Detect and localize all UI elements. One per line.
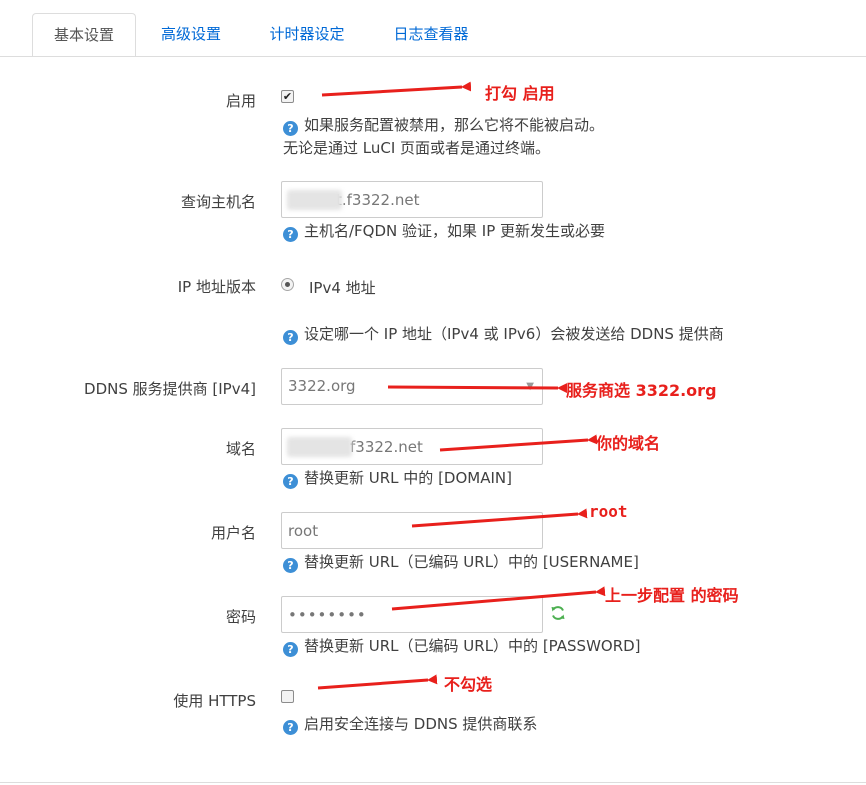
help-icon: ? — [283, 330, 298, 345]
domain-label: 域名 — [225, 440, 256, 458]
password-hint: ? 替换更新 URL（已编码 URL）中的 [PASSWORD] — [283, 635, 641, 658]
arrow-enable — [321, 81, 472, 97]
redacted-mask — [287, 190, 342, 210]
lookup-host-label: 查询主机名 — [180, 193, 256, 211]
ip-version-label: IP 地址版本 — [177, 278, 256, 296]
tab-basic-settings[interactable]: 基本设置 — [32, 13, 136, 57]
service-provider-value: 3322.org — [288, 377, 356, 395]
https-hint: ? 启用安全连接与 DDNS 提供商联系 — [283, 713, 537, 736]
service-provider-label: DDNS 服务提供商 [IPv4] — [84, 380, 256, 398]
enable-checkbox[interactable]: ✔ — [281, 90, 294, 103]
username-hint: ? 替换更新 URL（已编码 URL）中的 [USERNAME] — [283, 551, 639, 574]
annotation-enable: 打勾 启用 — [485, 84, 555, 103]
tab-log-viewer[interactable]: 日志查看器 — [376, 13, 486, 56]
ipv4-radio[interactable] — [281, 278, 294, 291]
help-icon: ? — [283, 227, 298, 242]
help-icon: ? — [283, 642, 298, 657]
enable-hint-line1: 如果服务配置被禁用，那么它将不能被启动。 — [304, 116, 605, 134]
refresh-icon[interactable] — [550, 605, 566, 621]
lookup-host-hint-text: 主机名/FQDN 验证，如果 IP 更新发生或必要 — [304, 222, 606, 240]
redacted-mask — [287, 437, 352, 457]
username-label: 用户名 — [210, 524, 256, 542]
tab-bar: 基本设置 高级设置 计时器设定 日志查看器 — [0, 0, 866, 57]
https-label: 使用 HTTPS — [173, 692, 256, 710]
https-checkbox[interactable] — [281, 690, 294, 703]
annotation-domain: 你的域名 — [596, 434, 661, 453]
enable-hint: ? 如果服务配置被禁用，那么它将不能被启动。 — [283, 114, 604, 137]
help-icon: ? — [283, 474, 298, 489]
username-input[interactable] — [281, 512, 543, 549]
tab-timer-settings[interactable]: 计时器设定 — [252, 13, 362, 56]
ipv4-radio-label: IPv4 地址 — [309, 279, 376, 297]
password-hint-text: 替换更新 URL（已编码 URL）中的 [PASSWORD] — [304, 637, 641, 655]
username-hint-text: 替换更新 URL（已编码 URL）中的 [USERNAME] — [304, 553, 639, 571]
domain-hint-text: 替换更新 URL 中的 [DOMAIN] — [304, 469, 512, 487]
annotation-password: 上一步配置 的密码 — [605, 586, 739, 605]
ip-version-hint-text: 设定哪一个 IP 地址（IPv4 或 IPv6）会被发送给 DDNS 提供商 — [304, 325, 724, 343]
annotation-service: 服务商选 3322.org — [566, 381, 717, 400]
arrow-https — [317, 674, 438, 690]
https-hint-text: 启用安全连接与 DDNS 提供商联系 — [304, 715, 538, 733]
enable-hint-line2: 无论是通过 LuCI 页面或者是通过终端。 — [283, 139, 551, 157]
ip-version-hint: ? 设定哪一个 IP 地址（IPv4 或 IPv6）会被发送给 DDNS 提供商 — [283, 323, 724, 346]
chevron-down-icon: ▼ — [526, 381, 534, 392]
password-input[interactable] — [281, 596, 543, 633]
annotation-https: 不勾选 — [444, 675, 493, 694]
service-provider-select[interactable]: 3322.org ▼ — [281, 368, 543, 405]
bottom-divider — [0, 782, 866, 783]
domain-hint: ? 替换更新 URL 中的 [DOMAIN] — [283, 467, 512, 490]
password-label: 密码 — [225, 608, 256, 626]
annotation-username: root — [589, 502, 628, 521]
enable-label: 启用 — [225, 92, 256, 110]
help-icon: ? — [283, 558, 298, 573]
lookup-host-hint: ? 主机名/FQDN 验证，如果 IP 更新发生或必要 — [283, 220, 605, 243]
help-icon: ? — [283, 720, 298, 735]
tab-divider — [0, 56, 866, 57]
radio-dot — [285, 282, 290, 287]
help-icon: ? — [283, 121, 298, 136]
tab-advanced-settings[interactable]: 高级设置 — [146, 13, 236, 56]
